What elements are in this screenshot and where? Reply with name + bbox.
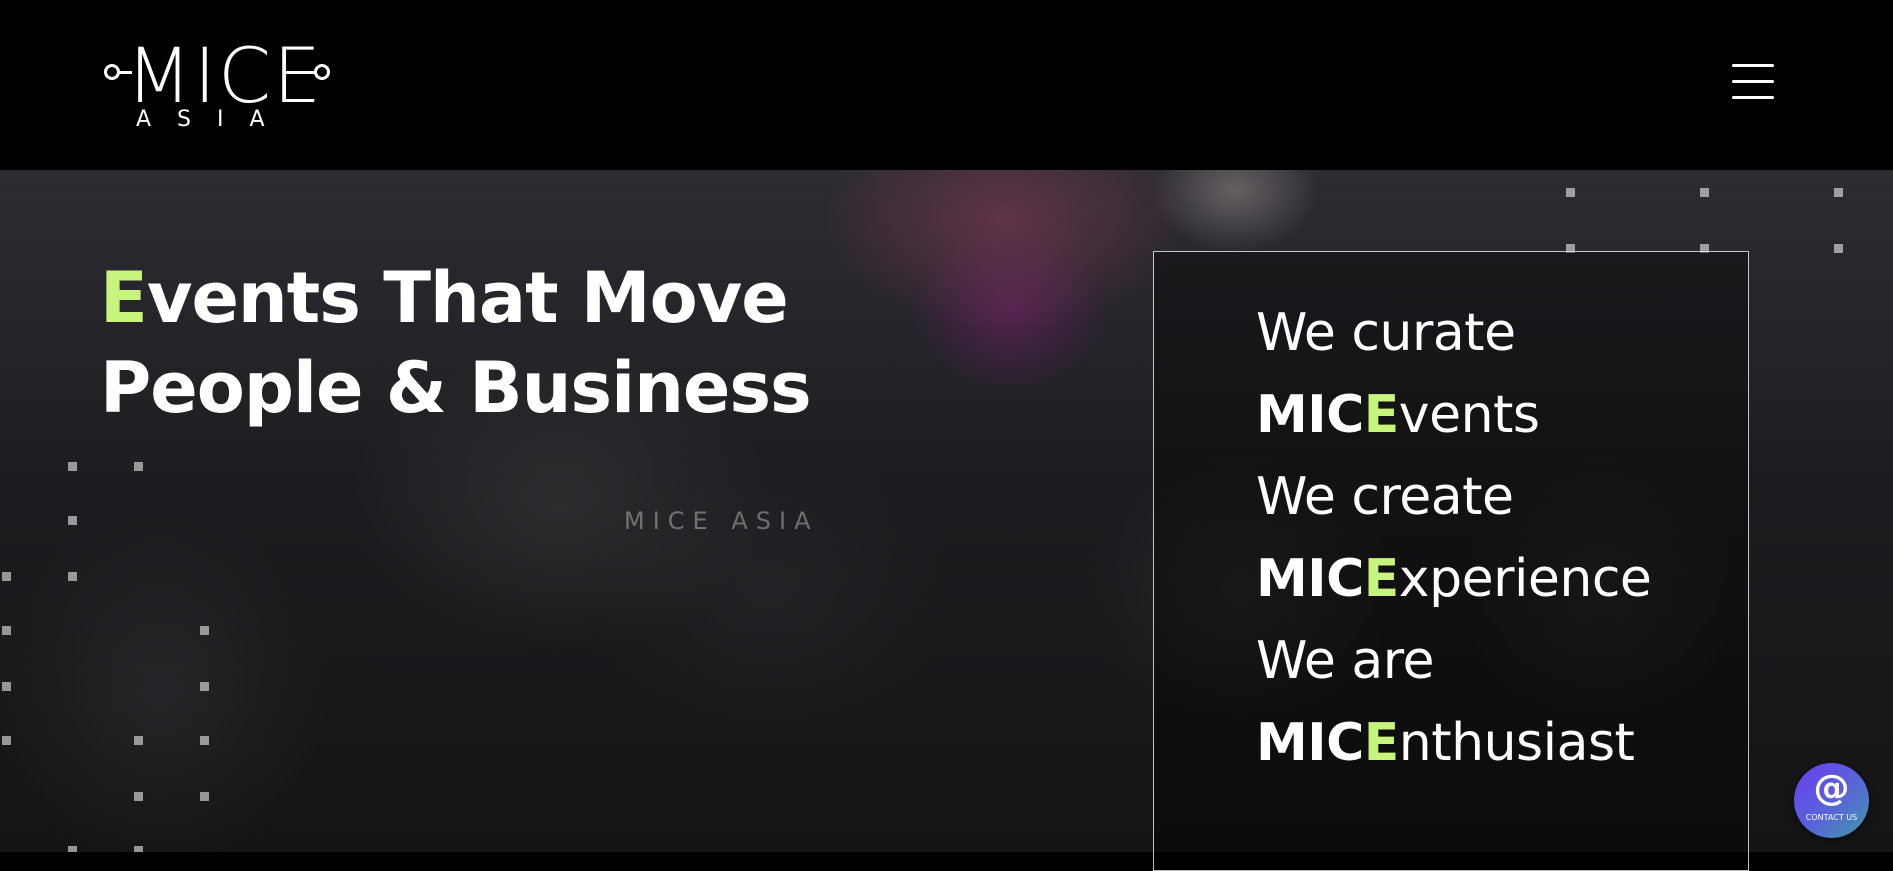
tagline-bold: MIC bbox=[1256, 549, 1364, 609]
logo-node-right-icon bbox=[314, 64, 330, 80]
decorative-dot bbox=[68, 846, 77, 852]
tagline-accent: E bbox=[1363, 549, 1400, 609]
decorative-dot bbox=[134, 462, 143, 471]
headline-line1: vents That Move bbox=[146, 257, 789, 339]
contact-us-button[interactable]: @ CONTACT US bbox=[1794, 763, 1869, 838]
tagline-accent: E bbox=[1363, 385, 1400, 445]
site-header: MICE ASIA bbox=[0, 0, 1893, 170]
tagline-line: MICEnthusiast bbox=[1256, 702, 1635, 784]
logo-wordmark: MICE bbox=[126, 31, 324, 120]
mice-asia-logo[interactable]: MICE ASIA bbox=[100, 38, 336, 134]
menu-bar-middle bbox=[1732, 80, 1774, 83]
decorative-dot bbox=[1700, 188, 1709, 197]
logo-subtitle: ASIA bbox=[136, 107, 291, 132]
decorative-dot bbox=[2, 572, 11, 581]
decorative-dot bbox=[134, 792, 143, 801]
decorative-dot bbox=[134, 736, 143, 745]
decorative-dot bbox=[134, 846, 143, 852]
decorative-dot bbox=[68, 516, 77, 525]
tagline-rest: We create bbox=[1256, 467, 1514, 527]
tagline-rest: nthusiast bbox=[1398, 713, 1635, 773]
tagline-bold: MIC bbox=[1256, 713, 1364, 773]
decorative-dot bbox=[68, 462, 77, 471]
decorative-dot bbox=[200, 682, 209, 691]
decorative-dot-grid bbox=[0, 170, 1843, 852]
decorative-dot bbox=[2, 682, 11, 691]
tagline-rest: vents bbox=[1398, 385, 1540, 445]
tagline-line: We curate bbox=[1256, 292, 1516, 374]
tagline-bold: MIC bbox=[1256, 385, 1364, 445]
hero-headline: Events That Move People & Business bbox=[100, 253, 812, 433]
tagline-line: We are bbox=[1256, 620, 1434, 702]
hamburger-menu-icon[interactable] bbox=[1728, 60, 1778, 104]
contact-us-label: CONTACT US bbox=[1805, 813, 1858, 822]
menu-bar-top bbox=[1732, 64, 1774, 67]
tagline-line: MICExperience bbox=[1256, 538, 1652, 620]
decorative-dot bbox=[200, 626, 209, 635]
tagline-box: We curate MICEvents We create MICExperie… bbox=[1153, 251, 1749, 871]
decorative-dot bbox=[200, 736, 209, 745]
decorative-dot bbox=[1834, 244, 1843, 253]
tagline-rest: We curate bbox=[1256, 303, 1516, 363]
stage-screen-text: MICE ASIA bbox=[624, 507, 819, 535]
tagline-line: We create bbox=[1256, 456, 1514, 538]
tagline-line: MICEvents bbox=[1256, 374, 1540, 456]
decorative-dot bbox=[1834, 188, 1843, 197]
menu-bar-bottom bbox=[1732, 96, 1774, 99]
headline-line2: People & Business bbox=[100, 347, 812, 429]
headline-accent-letter: E bbox=[100, 257, 148, 339]
decorative-dot bbox=[1566, 188, 1575, 197]
decorative-dot bbox=[200, 792, 209, 801]
decorative-dot bbox=[2, 626, 11, 635]
tagline-rest: We are bbox=[1256, 631, 1434, 691]
decorative-dot bbox=[68, 572, 77, 581]
tagline-accent: E bbox=[1363, 713, 1400, 773]
decorative-dot bbox=[2, 736, 11, 745]
at-sign-icon: @ bbox=[1813, 768, 1850, 809]
tagline-rest: xperience bbox=[1398, 549, 1652, 609]
